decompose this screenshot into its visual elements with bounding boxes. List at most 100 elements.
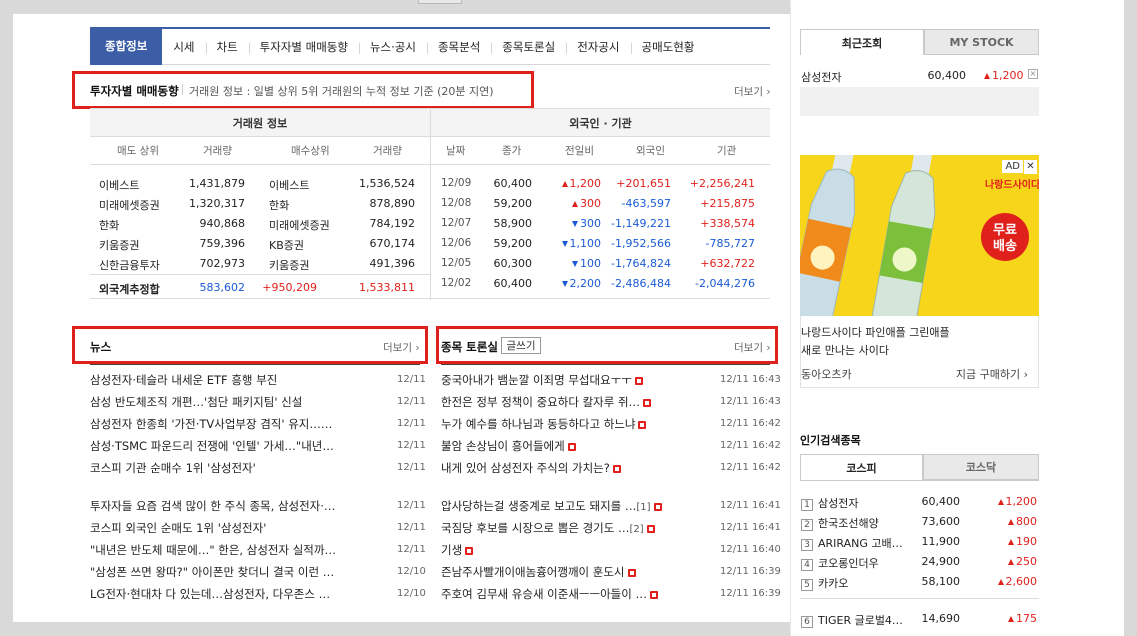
broker-sell-name[interactable]: 한화 [99,217,119,233]
ad-badge[interactable]: AD [1002,160,1023,173]
popular-tab-line [800,480,1039,481]
tab-kospi[interactable]: 코스피 [800,454,923,480]
news-headline[interactable]: 삼성전자 한종희 '가전·TV사업부장 겸직' 유지…… [90,416,370,432]
ad-bottles-image: 무료 배송 나랑드사이다 [800,155,1039,316]
board-post-title[interactable]: 누가 예수를 하나님과 동등하다고 하느냐 [441,417,635,431]
board-post[interactable]: 기생 [441,542,716,558]
tab-news-disclosure[interactable]: 뉴스·공시 [358,29,427,64]
news-headline[interactable]: "내년은 반도체 때문에…" 한은, 삼성전자 실적까… [90,542,370,558]
board-post-title[interactable]: 한전은 정부 정책이 중요하다 칼자루 쥐… [441,395,640,409]
write-post-button[interactable]: 글쓰기 [501,337,541,354]
broker-buy-name[interactable]: 한화 [269,197,289,213]
institution-net: -2,044,276 [695,277,755,290]
news-headline[interactable]: "삼성폰 쓰면 왕따?" 아이폰만 찾더니 결국 이런 … [90,564,370,580]
news-headline[interactable]: 삼성·TSMC 파운드리 전쟁에 '인텔' 가세…"내년… [90,438,370,454]
broker-sell-volume: 702,973 [199,257,246,270]
news-headline[interactable]: 코스피 기관 순매수 1위 '삼성전자' [90,460,370,476]
institution-net: +632,722 [700,257,755,270]
foreign-date: 12/02 [441,277,472,289]
news-headline[interactable]: 삼성 반도체조직 개편…'첨단 패키지팀' 신설 [90,394,370,410]
board-post[interactable]: 내게 있어 삼성전자 주식의 가치는? [441,460,716,476]
board-post-title[interactable]: 내게 있어 삼성전자 주식의 가치는? [441,461,610,475]
foreign-total-net: +950,209 [262,281,317,294]
board-post-title[interactable]: 압사당하는걸 생중계로 보고도 돼지를 … [441,499,636,513]
tab-recent-viewed[interactable]: 최근조회 [800,29,924,55]
investor-more-link[interactable]: 더보기 [734,84,771,99]
ad-slogan: 새로 만나는 사이다 [801,344,889,357]
board-more-link[interactable]: 더보기 [734,340,771,355]
news-date: 12/11 [397,418,426,429]
broker-sell-name[interactable]: 이베스트 [99,177,139,193]
ad-close-icon[interactable]: ✕ [1024,160,1037,174]
tab-summary[interactable]: 종합정보 [90,26,163,65]
tab-price[interactable]: 시세 [162,29,205,64]
ad-info-box[interactable]: 나랑드사이다 파인애플 그린애플 새로 만나는 사이다 동아오츠카 지금 구매하… [800,316,1039,388]
popular-stock-name[interactable]: 카카오 [818,577,848,590]
board-post[interactable]: 주호여 김무새 유승새 이준새ㅡㅡ아들이 … [441,586,716,602]
broker-sell-name[interactable]: 키움증권 [99,237,139,253]
broker-buy-name[interactable]: 이베스트 [269,177,309,193]
news-headline[interactable]: LG전자·현대차 다 있는데…삼성전자, 다우존스 … [90,586,370,602]
broker-buy-volume: 784,192 [369,217,416,230]
board-post[interactable]: 국짐당 후보를 시장으로 뽑은 경기도 …[2] [441,520,716,536]
board-post-time: 12/11 16:42 [720,418,781,429]
broker-col-header: 매도 상위 [117,145,159,157]
foreign-net: -1,149,221 [611,217,671,230]
ad-cta-link[interactable]: 지금 구매하기 › [956,366,1028,382]
board-post-title[interactable]: 국짐당 후보를 시장으로 뽑은 경기도 … [441,521,629,535]
news-headline[interactable]: 코스피 외국인 순매도 1위 '삼성전자' [90,520,370,536]
board-post[interactable]: 즌남주사빨개이애놈흉어깽깨이 훈도시 [441,564,716,580]
popular-stock-name[interactable]: 삼성전자 [818,497,858,510]
table-line-bottom [90,298,770,299]
foreign-col-header: 종가 [502,145,522,157]
news-headline[interactable]: 투자자들 요즘 검색 많이 한 주식 종목, 삼성전자·… [90,498,370,514]
board-post[interactable]: 압사당하는걸 생중계로 보고도 돼지를 …[1] [441,498,716,514]
news-date: 12/11 [397,440,426,451]
board-post-title[interactable]: 주호여 김무새 유승새 이준새ㅡㅡ아들이 … [441,587,647,601]
tab-analysis[interactable]: 종목분석 [426,29,491,64]
broker-buy-name[interactable]: 키움증권 [269,257,309,273]
broker-sell-name[interactable]: 미래에셋증권 [99,197,160,213]
foreign-change-value: 1,100 [569,237,602,250]
ad-banner[interactable]: 무료 배송 나랑드사이다 AD ✕ [800,155,1039,316]
popular-stock-change: 800 [975,515,1037,528]
remove-recent-button[interactable]: × [1028,69,1038,79]
broker-col-header: 매수상위 [291,145,330,157]
popular-stock-name[interactable]: TIGER 글로벌4… [818,614,903,627]
recent-stock-name[interactable]: 삼성전자 [801,69,841,85]
board-post-title[interactable]: 기생 [441,543,462,557]
broker-sell-name[interactable]: 신한금융투자 [99,257,160,273]
top-scroll-handle[interactable] [418,0,462,4]
board-post-title[interactable]: 즌남주사빨개이애놈흉어깽깨이 훈도시 [441,565,625,579]
tab-chart[interactable]: 차트 [205,29,249,64]
tab-discussion[interactable]: 종목토론실 [491,29,566,64]
foreign-change: 1,200 [545,177,601,190]
tab-investor-trend[interactable]: 투자자별 매매동향 [248,29,359,64]
board-post-title[interactable]: 중국아내가 뱀눈깔 이죄명 무섭대요ㅜㅜ [441,373,632,387]
tab-e-disclosure[interactable]: 전자공시 [566,29,630,64]
board-post[interactable]: 한전은 정부 정책이 중요하다 칼자루 쥐… [441,394,716,410]
board-post-time: 12/11 16:41 [720,522,781,533]
news-header-line [90,364,420,365]
board-post[interactable]: 중국아내가 뱀눈깔 이죄명 무섭대요ㅜㅜ [441,372,716,388]
popular-title: 인기검색종목 [800,434,861,447]
popular-stock-name[interactable]: 코오롱인더우 [818,557,879,570]
popular-change-value: 1,200 [1005,495,1038,508]
board-post[interactable]: 불암 손상님이 흥어들에게 [441,438,716,454]
news-more-link[interactable]: 더보기 [383,340,420,355]
broker-buy-name[interactable]: 미래에셋증권 [269,217,330,233]
board-post-title[interactable]: 불암 손상님이 흥어들에게 [441,439,565,453]
board-post[interactable]: 누가 예수를 하나님과 동등하다고 하느냐 [441,416,716,432]
tab-kosdaq[interactable]: 코스닥 [923,454,1039,480]
broker-buy-volume: 670,174 [369,237,416,250]
broker-buy-name[interactable]: KB증권 [269,237,304,253]
institution-net: +215,875 [700,197,755,210]
broker-sell-volume: 1,320,317 [189,197,245,210]
popular-stock-name[interactable]: ARIRANG 고배… [818,537,903,550]
tab-my-stock[interactable]: MY STOCK [924,29,1039,55]
board-post-time: 12/11 16:43 [720,374,781,385]
news-headline[interactable]: 삼성전자·테슬라 내세운 ETF 흥행 부진 [90,372,370,388]
popular-stock-name[interactable]: 한국조선해양 [818,517,879,530]
tab-short-selling[interactable]: 공매도현황 [630,29,706,64]
new-post-icon [653,502,662,511]
